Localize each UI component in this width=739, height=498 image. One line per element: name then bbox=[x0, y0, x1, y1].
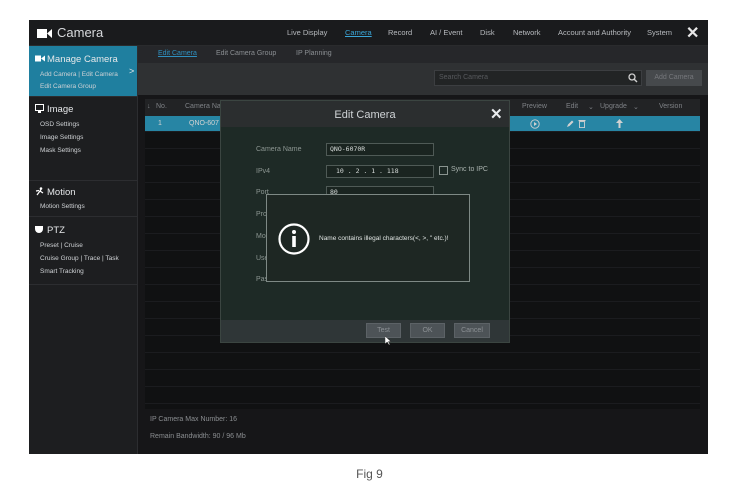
ok-button[interactable]: OK bbox=[410, 323, 445, 338]
sidebar-title-manage-camera: Manage Camera bbox=[47, 54, 118, 65]
tab-edit-camera[interactable]: Edit Camera bbox=[158, 50, 197, 57]
sidebar-title-ptz: PTZ bbox=[47, 225, 65, 236]
tab-edit-camera-group[interactable]: Edit Camera Group bbox=[216, 50, 276, 57]
dialog-title: Edit Camera bbox=[334, 109, 396, 121]
tab-ip-planning[interactable]: IP Planning bbox=[296, 50, 332, 57]
nav-system[interactable]: System bbox=[647, 28, 672, 37]
sync-to-ipc-label: Sync to IPC bbox=[451, 166, 488, 173]
nav-camera[interactable]: Camera bbox=[345, 28, 372, 37]
alert-message: Name contains illegal characters(<, >, "… bbox=[319, 235, 449, 242]
camera-name-field[interactable]: QNO-6070R bbox=[326, 143, 434, 156]
sidebar-item-add-edit-camera[interactable]: Add Camera | Edit Camera bbox=[40, 71, 118, 78]
sidebar-item-preset-cruise[interactable]: Preset | Cruise bbox=[40, 242, 83, 249]
app-title: Camera bbox=[57, 25, 104, 40]
sidebar-item-cruise-group-trace-task[interactable]: Cruise Group | Trace | Task bbox=[40, 255, 119, 262]
sidebar-section-image[interactable]: Image OSD Settings Image Settings Mask S… bbox=[29, 97, 137, 181]
close-icon[interactable]: ✕ bbox=[490, 105, 503, 123]
figure-caption: Fig 9 bbox=[356, 467, 383, 481]
sidebar-item-mask-settings[interactable]: Mask Settings bbox=[40, 147, 81, 154]
sidebar-item-edit-camera-group[interactable]: Edit Camera Group bbox=[40, 83, 96, 90]
sidebar-section-manage-camera[interactable]: Manage Camera Add Camera | Edit Camera E… bbox=[29, 46, 137, 97]
sidebar-item-smart-tracking[interactable]: Smart Tracking bbox=[40, 268, 84, 275]
sidebar-section-motion[interactable]: Motion Motion Settings bbox=[29, 181, 137, 217]
mouse-cursor-icon bbox=[385, 336, 392, 345]
nav-network[interactable]: Network bbox=[513, 28, 541, 37]
illegal-characters-alert: Name contains illegal characters(<, >, "… bbox=[266, 194, 470, 282]
camera-icon bbox=[37, 29, 52, 38]
nav-live-display[interactable]: Live Display bbox=[287, 28, 327, 37]
dialog-footer: Test OK Cancel bbox=[221, 320, 509, 342]
nav-ai-event[interactable]: AI / Event bbox=[430, 28, 463, 37]
sidebar-title-motion: Motion bbox=[47, 187, 76, 198]
nav-disk[interactable]: Disk bbox=[480, 28, 495, 37]
sidebar-item-image-settings[interactable]: Image Settings bbox=[40, 134, 83, 141]
label-ipv4: IPv4 bbox=[256, 168, 271, 175]
sync-to-ipc-checkbox[interactable] bbox=[439, 166, 448, 175]
nav-account-authority[interactable]: Account and Authority bbox=[558, 28, 631, 37]
close-app-button[interactable]: ✕ bbox=[686, 23, 699, 43]
sidebar-title-image: Image bbox=[47, 104, 74, 115]
dialog-header: Edit Camera ✕ bbox=[221, 101, 509, 127]
chevron-right-icon: > bbox=[129, 66, 135, 76]
label-camera-name: Camera Name bbox=[256, 146, 302, 153]
camera-app-window: Camera Live Display Camera Record AI / E… bbox=[29, 20, 708, 454]
ptz-camera-icon bbox=[35, 226, 43, 233]
info-icon bbox=[278, 223, 310, 255]
test-button[interactable]: Test bbox=[366, 323, 401, 338]
sub-tabs: Edit Camera Edit Camera Group IP Plannin… bbox=[138, 46, 708, 63]
label-model: Mo bbox=[256, 233, 266, 240]
motion-icon bbox=[35, 187, 44, 196]
camera-icon bbox=[35, 55, 45, 62]
sidebar-item-osd-settings[interactable]: OSD Settings bbox=[40, 121, 79, 128]
sidebar: Manage Camera Add Camera | Edit Camera E… bbox=[29, 46, 138, 454]
ipv4-field[interactable]: 10 . 2 . 1 . 118 bbox=[326, 165, 434, 178]
nav-record[interactable]: Record bbox=[388, 28, 412, 37]
sidebar-item-motion-settings[interactable]: Motion Settings bbox=[40, 203, 85, 210]
top-nav-bar: Camera Live Display Camera Record AI / E… bbox=[29, 20, 708, 46]
monitor-icon bbox=[35, 104, 44, 113]
cancel-button[interactable]: Cancel bbox=[454, 323, 490, 338]
sidebar-section-ptz[interactable]: PTZ Preset | Cruise Cruise Group | Trace… bbox=[29, 217, 137, 285]
